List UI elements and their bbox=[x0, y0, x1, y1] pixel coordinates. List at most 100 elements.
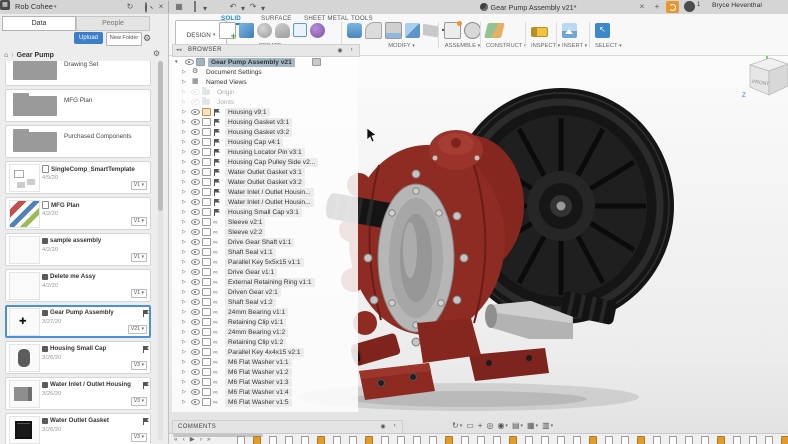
node-label[interactable]: Retaining Clip v1:2 bbox=[225, 337, 287, 347]
expand-arrow-icon[interactable]: ▷ bbox=[182, 259, 186, 265]
group-label-select[interactable]: SELECT ▾ bbox=[595, 43, 622, 49]
visibility-eye-icon[interactable] bbox=[191, 349, 200, 355]
expand-arrow-icon[interactable]: ▷ bbox=[182, 99, 186, 105]
step-forward-icon[interactable]: › bbox=[200, 436, 202, 444]
step-back-icon[interactable]: ‹ bbox=[183, 436, 185, 444]
expand-arrow-icon[interactable]: ▷ bbox=[182, 119, 186, 125]
browser-node-component[interactable]: ▷ ∞ Retaining Clip v1:1 bbox=[172, 317, 358, 327]
visibility-eye-icon[interactable] bbox=[191, 279, 200, 285]
visibility-eye-icon[interactable] bbox=[191, 389, 200, 395]
group-label-construct[interactable]: CONSTRUCT ▾ bbox=[486, 43, 526, 49]
viewports-icon[interactable]: ▥ ▾ bbox=[542, 421, 553, 431]
browser-node-component[interactable]: ▷ ∞ Driven Gear v2:1 bbox=[172, 287, 358, 297]
visibility-eye-icon[interactable] bbox=[191, 399, 200, 405]
undo-icon[interactable]: ↶ bbox=[228, 2, 238, 12]
node-label[interactable]: Document Settings bbox=[203, 68, 265, 77]
visibility-eye-icon[interactable] bbox=[191, 249, 200, 255]
timeline-feature-icon[interactable] bbox=[605, 436, 613, 444]
front-cover-plate[interactable] bbox=[377, 183, 455, 333]
visibility-eye-icon[interactable] bbox=[191, 199, 200, 205]
select-icon[interactable] bbox=[595, 22, 610, 38]
visibility-eye-icon[interactable] bbox=[191, 129, 200, 135]
browser-node-component[interactable]: ▷ ∞ M6 Flat Washer v1:3 bbox=[172, 377, 358, 387]
expand-arrow-icon[interactable]: ▷ bbox=[182, 149, 186, 155]
create-sketch-icon[interactable] bbox=[219, 21, 236, 41]
timeline-feature-icon[interactable] bbox=[781, 436, 788, 444]
close-document-icon[interactable]: × bbox=[637, 2, 647, 12]
node-label[interactable]: Housing Cap v4:1 bbox=[225, 137, 284, 147]
node-label[interactable]: 24mm Bearing v1:1 bbox=[225, 307, 289, 317]
shell-icon[interactable] bbox=[385, 21, 402, 39]
node-label[interactable]: Drive Gear v1:1 bbox=[225, 267, 278, 277]
breadcrumb[interactable]: ⌂ › Gear Pump bbox=[4, 49, 54, 61]
timeline-feature-icon[interactable] bbox=[525, 436, 533, 444]
node-label[interactable]: Joints bbox=[214, 98, 237, 107]
browser-node-component[interactable]: ▷ Housing Small Cap v3:1 bbox=[172, 207, 358, 217]
version-badge[interactable]: V1 ▾ bbox=[130, 217, 147, 226]
version-badge[interactable]: V1 ▾ bbox=[130, 289, 147, 298]
document-tab[interactable]: Gear Pump Assembly v21* bbox=[428, 0, 628, 14]
expand-arrow-icon[interactable]: ▷ bbox=[182, 209, 186, 215]
pan-icon[interactable]: + bbox=[478, 421, 483, 431]
expand-arrow-icon[interactable]: ▷ bbox=[182, 289, 186, 295]
visibility-eye-icon[interactable] bbox=[185, 59, 194, 65]
visibility-eye-icon[interactable] bbox=[191, 169, 200, 175]
timeline-feature-icon[interactable] bbox=[349, 436, 357, 444]
new-component-icon[interactable] bbox=[444, 20, 462, 39]
node-label[interactable]: M6 Flat Washer v1:2 bbox=[225, 367, 292, 377]
fillet-icon[interactable] bbox=[365, 21, 382, 39]
browser-node-joints[interactable]: ▷ Joints bbox=[172, 97, 358, 107]
browser-options-icon[interactable]: ◉ bbox=[337, 47, 343, 54]
node-label[interactable]: Housing Cap Pulley Side v2... bbox=[225, 157, 319, 167]
visibility-eye-icon[interactable] bbox=[191, 259, 200, 265]
node-label[interactable]: Housing Gasket v3:2 bbox=[225, 127, 293, 137]
visibility-eye-icon[interactable] bbox=[191, 219, 200, 225]
file-card[interactable]: MFG Plan 4/2/20 V1 ▾ bbox=[5, 197, 151, 230]
node-label[interactable]: Shaft Seal v1:1 bbox=[225, 247, 276, 257]
new-document-tab-icon[interactable]: + bbox=[652, 2, 662, 12]
timeline-feature-icon[interactable] bbox=[493, 436, 501, 444]
grid-settings-icon[interactable]: ▦ ▾ bbox=[527, 421, 538, 431]
browser-node-named-views[interactable]: ▷ ▦ Named Views bbox=[172, 77, 358, 87]
node-label[interactable]: M6 Flat Washer v1:1 bbox=[225, 357, 292, 367]
expand-arrow-icon[interactable]: ▷ bbox=[182, 89, 186, 95]
visibility-eye-icon[interactable] bbox=[191, 289, 200, 295]
browser-node-component[interactable]: ▷ Housing Locator Pin v3:1 bbox=[172, 147, 358, 157]
app-grid-icon[interactable]: ▦ bbox=[0, 0, 10, 10]
timeline-feature-icon[interactable] bbox=[429, 436, 437, 444]
expand-arrow-icon[interactable]: ▷ bbox=[182, 239, 186, 245]
node-label[interactable]: Sleeve v2:1 bbox=[225, 217, 266, 227]
redo-caret-icon[interactable]: ▾ bbox=[258, 4, 268, 14]
node-label[interactable]: Driven Gear v2:1 bbox=[225, 287, 281, 297]
browser-node-component[interactable]: ▷ ∞ M6 Flat Washer v1:1 bbox=[172, 357, 358, 367]
file-card[interactable]: Delete me Assy 4/2/20 V1 ▾ bbox=[5, 269, 151, 302]
timeline-feature-icon[interactable] bbox=[637, 436, 645, 444]
expand-arrow-icon[interactable]: ▷ bbox=[182, 199, 186, 205]
insert-image-icon[interactable] bbox=[562, 22, 577, 38]
skip-to-start-icon[interactable]: « bbox=[174, 436, 178, 444]
node-label[interactable]: Parallel Key 4x4x15 v2:1 bbox=[225, 347, 304, 357]
browser-node-component[interactable]: ▷ ∞ Drive Gear Shaft v1:1 bbox=[172, 237, 358, 247]
expand-arrow-icon[interactable]: ▷ bbox=[182, 329, 186, 335]
expand-arrow-icon[interactable]: ▷ bbox=[182, 249, 186, 255]
group-label-assemble[interactable]: ASSEMBLE ▾ bbox=[444, 43, 481, 49]
press-pull-icon[interactable] bbox=[347, 22, 362, 38]
version-badge[interactable]: V21 ▾ bbox=[127, 325, 147, 334]
node-label[interactable]: Sleeve v2:2 bbox=[225, 227, 266, 237]
timeline-feature-icon[interactable] bbox=[621, 436, 629, 444]
notifications-icon[interactable] bbox=[684, 1, 695, 12]
version-badge[interactable]: V3 ▾ bbox=[130, 397, 147, 406]
visibility-eye-icon[interactable] bbox=[191, 379, 200, 385]
browser-node-component[interactable]: ▷ Housing Gasket v3:1 bbox=[172, 117, 358, 127]
expand-arrow-icon[interactable]: ▷ bbox=[182, 219, 186, 225]
node-label[interactable]: External Retaining Ring v1:1 bbox=[225, 277, 315, 287]
tab-data[interactable]: Data bbox=[2, 16, 76, 31]
timeline-feature-icon[interactable] bbox=[509, 436, 517, 444]
expand-arrow-icon[interactable]: ▷ bbox=[182, 109, 186, 115]
browser-node-component[interactable]: ▷ Water Outlet Gasket v3:2 bbox=[172, 177, 358, 187]
new-project-icon[interactable]: ⚙ bbox=[153, 49, 160, 58]
revolve-icon[interactable] bbox=[257, 22, 272, 38]
browser-node-document-settings[interactable]: ▷ ⚙ Document Settings bbox=[172, 67, 358, 77]
timeline-feature-icon[interactable] bbox=[557, 436, 565, 444]
play-icon[interactable]: ▶ bbox=[190, 436, 195, 444]
